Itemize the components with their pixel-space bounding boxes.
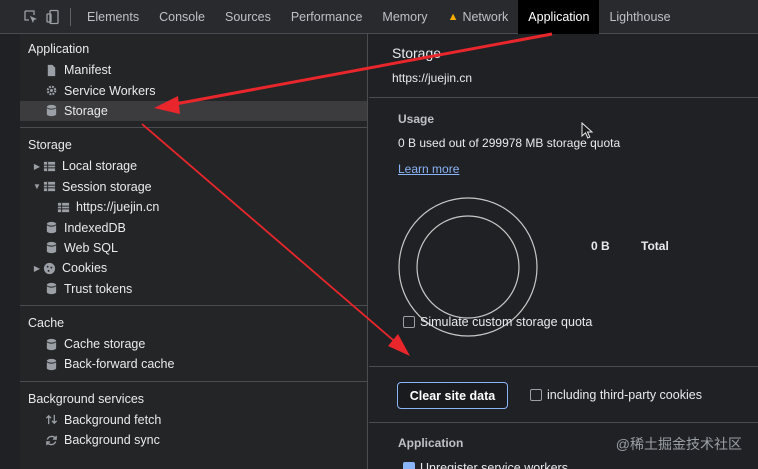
sidebar-item-label: Local storage (62, 159, 138, 174)
sidebar-item-back-forward-cache[interactable]: Back-forward cache (20, 354, 367, 374)
sidebar-item-cookies[interactable]: ▶ Cookies (20, 258, 367, 278)
sidebar-item-label: Background fetch (64, 412, 162, 427)
sidebar-item-service-workers[interactable]: Service Workers (20, 80, 367, 100)
section-divider (369, 366, 758, 367)
tab-label: Lighthouse (609, 10, 671, 24)
tab-lighthouse[interactable]: Lighthouse (599, 0, 680, 34)
mouse-cursor-icon (581, 122, 594, 139)
sidebar-item-label: Trust tokens (64, 281, 133, 296)
application-sidebar: Application Manifest Service Workers Sto… (20, 34, 368, 469)
tab-label: Memory (382, 10, 428, 24)
toolbar-divider (70, 8, 71, 26)
grid-icon (42, 159, 56, 173)
section-heading-background-services: Background services (28, 391, 145, 406)
grid-icon (56, 200, 70, 214)
tab-performance[interactable]: Performance (281, 0, 373, 34)
database-icon (44, 337, 58, 351)
sidebar-item-label: https://juejin.cn (76, 200, 160, 215)
toolbar-left-edge (0, 0, 20, 33)
section-heading-application: Application (28, 42, 90, 56)
sidebar-item-label: Storage (64, 103, 108, 118)
sidebar-item-label: Session storage (62, 179, 152, 194)
device-toolbar-icon[interactable] (42, 0, 64, 34)
sidebar-item-manifest[interactable]: Manifest (20, 60, 367, 80)
sidebar-item-storage[interactable]: Storage (20, 100, 367, 122)
database-icon (44, 104, 58, 118)
database-icon (44, 282, 58, 296)
tab-label: Application (528, 10, 590, 24)
section-divider (20, 380, 367, 382)
sidebar-item-label: Manifest (64, 63, 112, 78)
collapse-arrow-icon[interactable]: ▼ (32, 182, 42, 191)
cookie-icon (42, 261, 56, 275)
gear-icon (44, 84, 58, 98)
section-heading-storage: Storage (28, 138, 72, 153)
sidebar-item-label: Back-forward cache (64, 357, 175, 372)
tab-sources[interactable]: Sources (215, 0, 281, 34)
section-divider (20, 127, 367, 129)
section-heading-cache: Cache (28, 315, 65, 330)
usage-heading: Usage (398, 112, 435, 126)
file-icon (44, 63, 58, 77)
tab-network[interactable]: ▲ Network (438, 0, 519, 34)
origin-url: https://juejin.cn (392, 71, 473, 85)
database-icon (44, 241, 58, 255)
unregister-service-workers-label: Unregister service workers (420, 461, 568, 469)
sidebar-item-label: Cookies (62, 261, 108, 276)
third-party-cookies-checkbox[interactable] (530, 389, 542, 401)
learn-more-link[interactable]: Learn more (398, 162, 459, 176)
warning-icon: ▲ (447, 11, 459, 23)
database-icon (44, 221, 58, 235)
devtools-toolbar: Elements Console Sources Performance Mem… (0, 0, 758, 34)
sidebar-item-label: Service Workers (64, 83, 156, 98)
usage-total-value: 0 B (591, 239, 610, 253)
sidebar-item-label: Web SQL (64, 240, 118, 255)
section-divider (369, 97, 758, 98)
sidebar-item-session-storage[interactable]: ▼ Session storage (20, 177, 367, 197)
tab-memory[interactable]: Memory (372, 0, 437, 34)
expand-arrow-icon[interactable]: ▶ (32, 264, 42, 273)
tab-label: Elements (87, 10, 140, 24)
watermark-text: @稀土掘金技术社区 (615, 436, 742, 452)
tab-label: Network (462, 10, 509, 24)
sidebar-item-label: Background sync (64, 433, 160, 448)
tab-application[interactable]: Application (518, 0, 600, 34)
sidebar-item-indexeddb[interactable]: IndexedDB (20, 217, 367, 237)
section-divider (20, 304, 367, 306)
usage-total-label: Total (641, 239, 669, 253)
unregister-service-workers-checkbox[interactable] (403, 462, 415, 469)
expand-arrow-icon[interactable]: ▶ (32, 162, 42, 171)
sidebar-item-local-storage[interactable]: ▶ Local storage (20, 156, 367, 176)
tab-label: Console (159, 10, 205, 24)
sidebar-item-label: IndexedDB (64, 220, 126, 235)
tab-console[interactable]: Console (149, 0, 215, 34)
clear-site-data-button[interactable]: Clear site data (397, 382, 508, 409)
storage-panel: Storage https://juejin.cn Usage 0 B used… (369, 34, 758, 469)
sync-icon (44, 433, 58, 447)
sidebar-item-label: Cache storage (64, 337, 146, 352)
sidebar-item-web-sql[interactable]: Web SQL (20, 238, 367, 258)
sidebar-item-trust-tokens[interactable]: Trust tokens (20, 279, 367, 299)
third-party-cookies-label: including third-party cookies (547, 388, 702, 402)
tab-label: Performance (290, 10, 363, 24)
tab-label: Sources (224, 10, 271, 24)
grid-icon (42, 180, 56, 194)
sidebar-item-background-sync[interactable]: Background sync (20, 430, 367, 450)
section-divider (369, 422, 758, 423)
sidebar-item-cache-storage[interactable]: Cache storage (20, 334, 367, 354)
sidebar-item-background-fetch[interactable]: Background fetch (20, 410, 367, 430)
tab-elements[interactable]: Elements (77, 0, 149, 34)
database-icon (44, 357, 58, 371)
sidebar-item-session-origin[interactable]: https://juejin.cn (20, 197, 367, 217)
simulate-quota-label: Simulate custom storage quota (420, 315, 593, 329)
application-heading: Application (398, 436, 464, 450)
simulate-quota-checkbox[interactable] (403, 316, 415, 328)
inspect-element-icon[interactable] (20, 0, 42, 34)
page-title: Storage (392, 45, 442, 61)
arrows-updown-icon (44, 413, 58, 427)
